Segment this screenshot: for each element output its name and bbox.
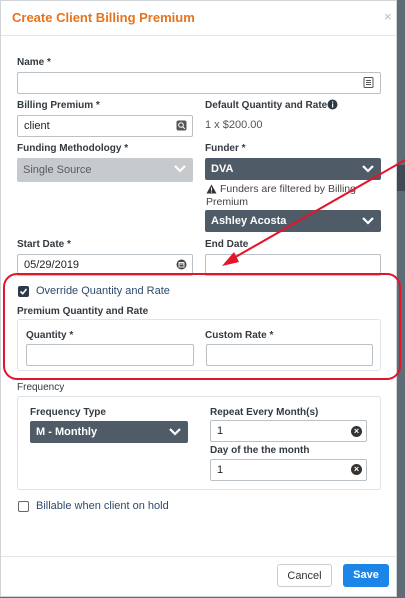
lookup-icon[interactable] — [176, 120, 187, 131]
create-billing-premium-dialog: Create Client Billing Premium × Name * B… — [0, 0, 397, 597]
billable-on-hold-checkbox[interactable] — [18, 501, 29, 512]
premium-qty-rate-heading: Premium Quantity and Rate — [17, 306, 149, 317]
clear-icon[interactable]: × — [351, 426, 362, 437]
end-date-input[interactable] — [205, 254, 381, 276]
frequency-heading: Frequency — [17, 382, 65, 393]
check-icon — [19, 288, 28, 295]
calendar-icon[interactable] — [176, 259, 187, 270]
billing-premium-label: Billing Premium * — [17, 100, 100, 111]
default-qty-rate-label: Default Quantity and Rate — [205, 100, 328, 111]
funder-warning-line2: Premium — [206, 196, 249, 208]
funding-methodology-label: Funding Methodology * — [17, 143, 129, 154]
frequency-type-label: Frequency Type — [30, 407, 106, 418]
override-label[interactable]: Override Quantity and Rate — [36, 285, 170, 297]
default-qty-rate-value: 1 x $200.00 — [205, 119, 263, 131]
save-button[interactable]: Save — [343, 564, 389, 587]
chevron-down-icon — [174, 165, 186, 173]
end-date-label: End Date — [205, 239, 249, 250]
chevron-down-icon — [362, 165, 374, 173]
warning-icon — [206, 184, 217, 194]
repeat-every-input[interactable]: 1 — [210, 420, 367, 442]
name-label: Name * — [17, 57, 51, 68]
quantity-label: Quantity * — [26, 330, 74, 341]
info-icon[interactable] — [327, 99, 338, 110]
funder-value: DVA — [211, 163, 234, 175]
backdrop — [397, 165, 405, 191]
frequency-type-value: M - Monthly — [36, 426, 98, 438]
day-of-month-label: Day of the the month — [210, 445, 310, 456]
chevron-down-icon — [362, 217, 374, 225]
premium-qty-rate-panel: Quantity * Custom Rate * — [17, 319, 381, 371]
funder-warning-line1: Funders are filtered by Billing — [220, 183, 356, 195]
funder-contact-value: Ashley Acosta — [211, 215, 287, 227]
dialog-title: Create Client Billing Premium — [12, 10, 195, 25]
text-field-icon[interactable] — [363, 77, 374, 88]
funder-select[interactable]: DVA — [205, 158, 381, 180]
close-icon[interactable]: × — [384, 9, 392, 24]
billable-on-hold-label[interactable]: Billable when client on hold — [36, 500, 169, 512]
start-date-input[interactable]: 05/29/2019 — [17, 254, 193, 276]
override-checkbox[interactable] — [18, 286, 29, 297]
funding-methodology-select[interactable]: Single Source — [17, 158, 193, 182]
funding-methodology-value: Single Source — [23, 164, 92, 176]
funder-contact-select[interactable]: Ashley Acosta — [205, 210, 381, 232]
frequency-type-select[interactable]: M - Monthly — [30, 421, 188, 443]
clear-icon[interactable]: × — [351, 464, 362, 475]
funder-label: Funder * — [205, 143, 246, 154]
day-of-month-input[interactable]: 1 — [210, 459, 367, 481]
cancel-button[interactable]: Cancel — [277, 564, 332, 587]
footer-divider — [1, 556, 396, 557]
start-date-label: Start Date * — [17, 239, 71, 250]
chevron-down-icon — [169, 428, 181, 436]
quantity-input[interactable] — [26, 344, 194, 366]
custom-rate-input[interactable] — [206, 344, 373, 366]
header-divider — [1, 35, 396, 36]
frequency-panel: Frequency Type M - Monthly Repeat Every … — [17, 396, 381, 490]
name-input[interactable] — [17, 72, 381, 94]
billing-premium-input[interactable]: client — [17, 115, 193, 137]
custom-rate-label: Custom Rate * — [205, 330, 274, 341]
repeat-every-label: Repeat Every Month(s) — [210, 407, 319, 418]
